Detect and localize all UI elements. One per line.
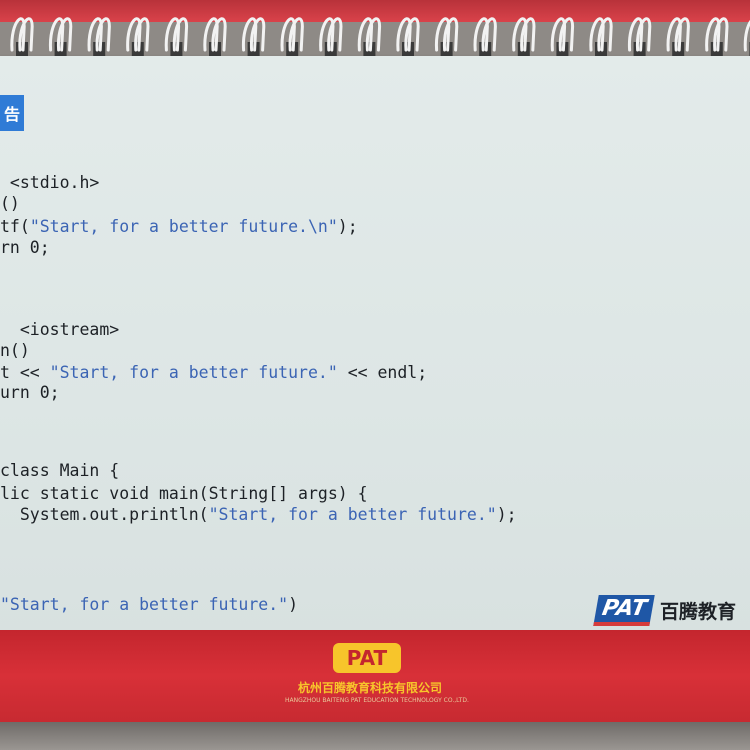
- brand-name: 百腾教育: [660, 600, 737, 623]
- section-tab: 告: [0, 95, 24, 131]
- code-line-c-return: rn 0;: [0, 238, 50, 257]
- code-line-java-println: System.out.println("Start, for a better …: [0, 505, 517, 524]
- code-line-cpp-main: n(): [0, 341, 30, 360]
- code-line-c-printf: tf("Start, for a better future.\n");: [0, 217, 358, 236]
- calendar-page: [0, 56, 750, 636]
- base-company-name-en: HANGZHOU BAITENG PAT EDUCATION TECHNOLOG…: [285, 697, 469, 704]
- code-line-c-main: (): [0, 194, 20, 213]
- code-line-cpp-cout: t << "Start, for a better future." << en…: [0, 363, 428, 382]
- base-company-name: 杭州百腾教育科技有限公司: [297, 681, 442, 695]
- base-logo: PAT: [333, 643, 401, 673]
- page-brand: PAT 百腾教育: [593, 592, 737, 628]
- brand-logo: PAT: [593, 594, 655, 626]
- code-line-cpp-return: urn 0;: [0, 383, 60, 402]
- binding-ring: [743, 20, 750, 52]
- table-surface: [0, 722, 750, 750]
- code-line-c-include: <stdio.h>: [0, 173, 100, 192]
- code-line-cpp-include: <iostream>: [0, 320, 120, 339]
- code-line-python-print: "Start, for a better future."): [0, 595, 299, 614]
- code-line-java-class: class Main {: [0, 461, 120, 480]
- code-line-java-main: lic static void main(String[] args) {: [0, 484, 368, 503]
